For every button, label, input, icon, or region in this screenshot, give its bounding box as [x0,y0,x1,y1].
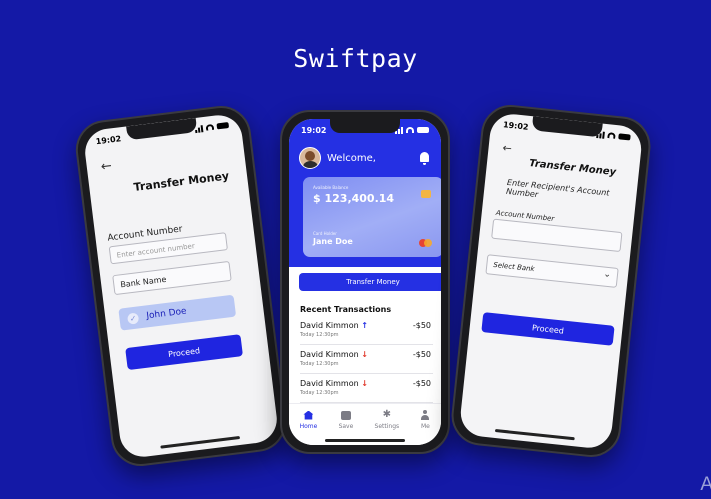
transaction-name: David Kimmon [300,379,359,388]
transaction-amount: -$50 [412,379,431,388]
transfer-money-button[interactable]: Transfer Money [299,273,441,291]
app-brand-title: Swiftpay [293,44,418,73]
arrow-up-icon: ↑ [361,321,368,330]
phone-transfer-account: 19:02 ← Transfer Money Enter Recipient's… [448,102,654,460]
wifi-icon [607,132,616,139]
transaction-time: Today 12:30pm [300,332,339,338]
proceed-button[interactable]: Proceed [125,334,243,371]
proceed-button[interactable]: Proceed [481,312,615,346]
back-arrow-icon[interactable]: ← [100,159,113,175]
home-indicator [494,428,575,441]
nav-label: Save [338,423,354,430]
transaction-time: Today 12:30pm [300,361,339,367]
card-holder-name: Jane Doe [313,237,353,246]
bank-name-select[interactable]: Bank Name [112,260,232,296]
arrow-down-icon: ↓ [361,379,368,388]
nav-home[interactable]: Home [299,410,318,445]
account-number-input[interactable] [491,218,623,253]
phone-dashboard: 19:02 Welcome, Available Balance $ 123,4… [280,110,450,454]
page-title: Transfer Money [132,169,230,194]
transaction-amount: -$50 [412,321,431,330]
transaction-row[interactable]: David Kimmon ↓ Today 12:30pm -$50 [300,377,433,403]
transaction-time: Today 12:30pm [300,390,339,396]
welcome-text: Welcome, [327,153,376,164]
bank-select[interactable]: Select Bank ⌄ [485,254,619,288]
arrow-down-icon: ↓ [361,350,368,359]
back-arrow-icon[interactable]: ← [502,141,513,155]
transfer-account-screen: 19:02 ← Transfer Money Enter Recipient's… [458,111,644,451]
avatar[interactable] [299,147,321,169]
transfer-recipient-screen: 19:02 ← Transfer Money Account Number En… [82,112,280,460]
battery-icon [417,127,429,133]
wifi-icon [205,123,215,131]
transaction-name: David Kimmon [300,350,359,359]
recipient-chip[interactable]: ✓ John Doe [118,294,237,331]
page-title: Transfer Money [528,158,617,179]
battery-icon [618,133,631,141]
phone-notch [330,119,400,133]
status-time: 19:02 [301,125,327,135]
mastercard-icon [419,239,433,247]
save-icon [340,410,351,420]
recipient-name: John Doe [145,306,188,322]
home-indicator [325,439,405,442]
user-icon [420,410,430,420]
bank-select-value: Select Bank [492,260,535,274]
balance-label: Available Balance [313,185,349,190]
battery-icon [216,122,230,130]
phone-transfer-recipient: 19:02 ← Transfer Money Account Number En… [72,102,290,470]
nav-label: Me [420,423,430,430]
recent-transactions-title: Recent Transactions [300,305,392,314]
corner-watermark: A [700,474,711,495]
check-icon: ✓ [126,311,140,325]
home-indicator [160,435,241,449]
nav-me[interactable]: Me [420,410,430,445]
nav-label: Settings [374,423,400,430]
card-holder-label: Card Holder [313,231,337,236]
chevron-down-icon: ⌄ [602,269,612,281]
card-chip-icon [421,190,431,198]
gear-icon: ✱ [382,409,392,420]
page-subtitle: Enter Recipient's Account Number [505,177,610,200]
transaction-amount: -$50 [412,350,431,359]
bell-icon[interactable] [420,152,429,165]
transaction-row[interactable]: David Kimmon ↓ Today 12:30pm -$50 [300,348,433,374]
home-icon [303,410,314,420]
transaction-name: David Kimmon [300,321,359,330]
wifi-icon [406,127,414,133]
dashboard-screen: 19:02 Welcome, Available Balance $ 123,4… [289,119,441,445]
transaction-row[interactable]: David Kimmon ↑ Today 12:30pm -$50 [300,319,433,345]
balance-amount: $ 123,400.14 [313,192,395,205]
status-time: 19:02 [95,133,122,146]
nav-label: Home [299,423,318,430]
status-time: 19:02 [502,119,529,132]
balance-card[interactable]: Available Balance $ 123,400.14 Card Hold… [303,177,441,257]
